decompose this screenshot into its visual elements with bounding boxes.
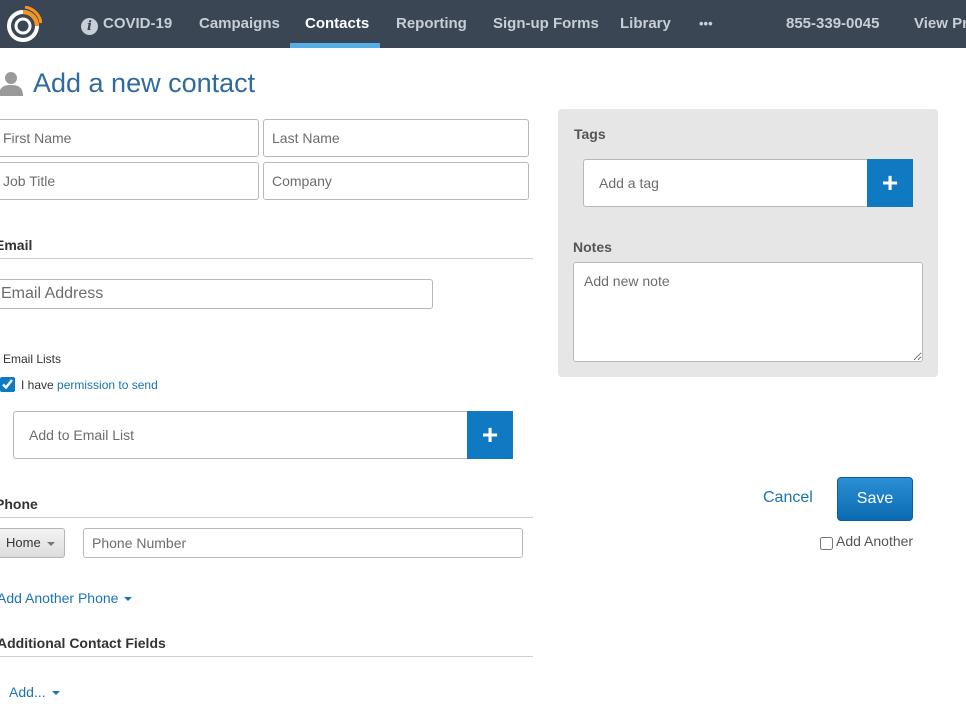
last-name-input[interactable] [263, 119, 529, 157]
additional-fields-divider [0, 656, 533, 657]
email-section-heading: Email [0, 237, 33, 253]
first-name-input[interactable] [0, 119, 259, 157]
phone-type-label: Home [6, 535, 41, 550]
email-lists-label: Email Lists [3, 352, 62, 366]
permission-statement: I have permission to send [21, 378, 158, 392]
job-title-input[interactable] [0, 162, 259, 200]
page-title: Add a new contact [33, 68, 256, 98]
email-section-divider [0, 258, 533, 259]
top-nav-bar: i COVID-19 Campaigns Contacts Reporting S… [0, 0, 966, 48]
add-field-label: Add... [9, 684, 46, 700]
add-another-label: Add Another [836, 533, 914, 549]
nav-covid-19[interactable]: i COVID-19 [81, 0, 172, 48]
add-email-list-button[interactable]: + [467, 411, 513, 459]
nav-campaigns[interactable]: Campaigns [199, 0, 280, 48]
notes-heading: Notes [573, 239, 612, 255]
chevron-down-icon [124, 597, 133, 602]
additional-fields-heading: Additional Contact Fields [0, 635, 166, 651]
save-button[interactable]: Save [837, 477, 913, 521]
nav-more-menu[interactable]: ••• [699, 0, 713, 48]
company-input[interactable] [263, 162, 529, 200]
add-another-phone-link[interactable]: Add Another Phone [0, 590, 133, 606]
phone-section-heading: Phone [0, 496, 38, 512]
add-another-phone-label: Add Another Phone [0, 590, 119, 606]
add-email-list-input[interactable] [13, 411, 469, 459]
tags-notes-panel: Tags + Notes [558, 109, 938, 377]
phone-number-input[interactable] [83, 528, 523, 558]
info-icon: i [81, 18, 98, 35]
nav-phone-number: 855-339-0045 [786, 15, 880, 32]
permission-prefix: I have [21, 378, 54, 392]
permission-to-send-link[interactable]: permission to send [57, 378, 158, 392]
chevron-down-icon [46, 541, 55, 546]
add-tag-button[interactable]: + [867, 159, 913, 207]
plus-icon: + [481, 419, 499, 450]
add-another-checkbox[interactable] [820, 537, 833, 550]
person-icon [0, 72, 23, 96]
nav-contacts[interactable]: Contacts [305, 0, 369, 48]
notes-textarea[interactable] [573, 262, 923, 362]
phone-type-dropdown[interactable]: Home [0, 528, 65, 558]
constant-contact-logo[interactable] [4, 6, 42, 44]
plus-icon: + [881, 167, 899, 198]
cancel-button[interactable]: Cancel [763, 489, 813, 507]
nav-covid-label: COVID-19 [103, 15, 173, 32]
nav-reporting[interactable]: Reporting [396, 0, 467, 48]
nav-library[interactable]: Library [620, 0, 671, 48]
nav-signup-forms[interactable]: Sign-up Forms [493, 0, 599, 48]
phone-section-divider [0, 517, 533, 518]
email-address-input[interactable] [0, 279, 433, 309]
active-tab-indicator [290, 43, 380, 48]
tags-heading: Tags [574, 126, 606, 142]
chevron-down-icon [51, 691, 60, 696]
permission-checkbox[interactable] [0, 377, 15, 392]
add-field-link[interactable]: Add... [9, 684, 60, 700]
nav-view-plans-link[interactable]: View Pri [914, 0, 966, 48]
add-tag-input[interactable] [583, 159, 869, 207]
